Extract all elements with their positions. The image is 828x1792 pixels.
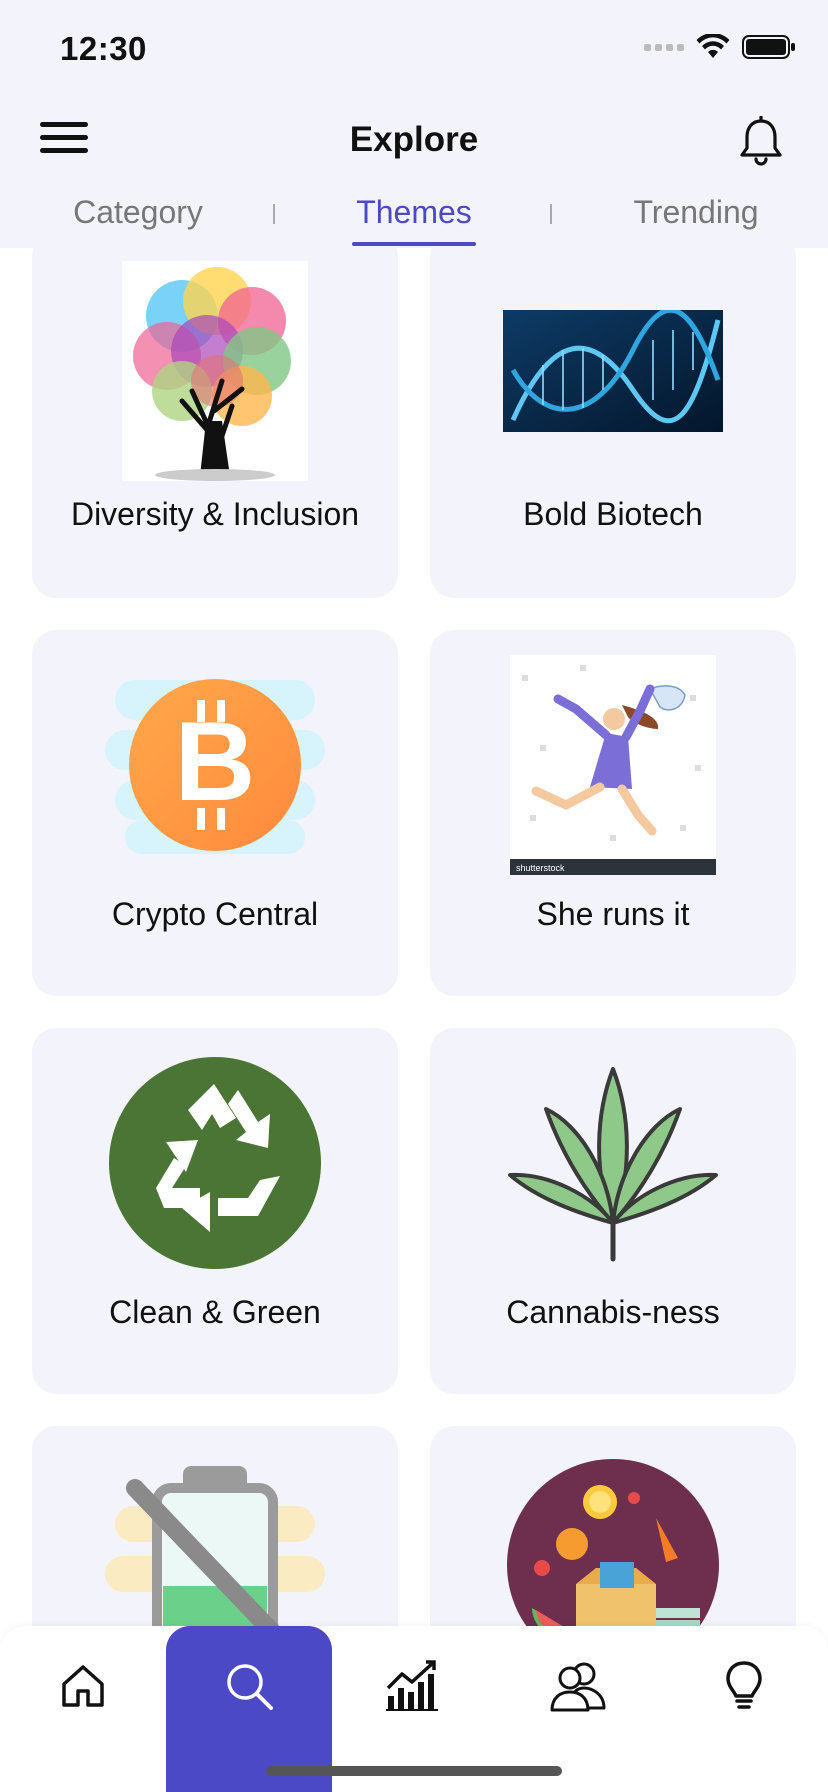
dna-helix-icon — [430, 256, 796, 486]
theme-card-crypto[interactable]: B Crypto Central — [32, 630, 398, 996]
battery-icon — [742, 35, 795, 59]
nav-explore[interactable] — [214, 1656, 284, 1716]
themes-grid: Diversity & Inclusion Bold Biotech B Cry… — [0, 0, 828, 1792]
tab-separator — [550, 204, 552, 224]
bitcoin-coin-icon: B — [32, 650, 398, 880]
theme-label: Clean & Green — [109, 1294, 321, 1330]
wifi-icon — [696, 34, 730, 58]
nav-row: Explore — [0, 100, 828, 180]
theme-label: Bold Biotech — [523, 496, 703, 532]
theme-card-she-runs-it[interactable]: shutterstock She runs it — [430, 630, 796, 996]
running-woman-icon: shutterstock — [430, 650, 796, 880]
nav-home[interactable] — [48, 1656, 118, 1716]
tab-separator — [273, 204, 275, 224]
svg-text:B: B — [175, 699, 256, 824]
lightbulb-icon — [726, 1661, 762, 1709]
recycle-symbol-icon — [32, 1048, 398, 1278]
bell-icon — [740, 115, 782, 166]
tab-themes[interactable]: Themes — [344, 194, 484, 231]
cellular-signal-icon — [644, 43, 684, 51]
svg-text:shutterstock: shutterstock — [516, 863, 565, 873]
theme-card-biotech[interactable]: Bold Biotech — [430, 232, 796, 598]
theme-label: Crypto Central — [111, 896, 319, 932]
theme-label: She runs it — [536, 896, 690, 932]
nav-community[interactable] — [543, 1656, 613, 1716]
status-icons — [644, 34, 796, 60]
cannabis-leaf-icon — [430, 1048, 796, 1278]
active-tab-underline — [352, 242, 476, 246]
page-title: Explore — [349, 120, 479, 159]
notifications-button[interactable] — [738, 115, 784, 166]
fingerprint-tree-icon — [32, 256, 398, 486]
tab-bar: Category Themes Trending — [0, 186, 828, 248]
top-header: 12:30 Explore Category Themes Trending — [0, 0, 828, 248]
status-time: 12:30 — [60, 30, 147, 67]
search-icon — [227, 1664, 273, 1710]
theme-card-clean-green[interactable]: Clean & Green — [32, 1028, 398, 1394]
home-icon — [62, 1665, 104, 1707]
theme-label: Diversity & Inclusion — [70, 496, 360, 532]
nav-ideas[interactable] — [709, 1656, 779, 1716]
theme-label: Cannabis-ness — [506, 1294, 720, 1330]
theme-card-cannabis[interactable]: Cannabis-ness — [430, 1028, 796, 1394]
home-indicator — [266, 1766, 562, 1776]
tab-category[interactable]: Category — [60, 194, 216, 231]
status-bar: 12:30 — [0, 0, 828, 100]
chart-icon — [386, 1660, 438, 1711]
theme-card-diversity[interactable]: Diversity & Inclusion — [32, 232, 398, 598]
people-icon — [550, 1662, 606, 1712]
nav-markets[interactable] — [377, 1656, 447, 1716]
tab-trending[interactable]: Trending — [614, 194, 778, 231]
